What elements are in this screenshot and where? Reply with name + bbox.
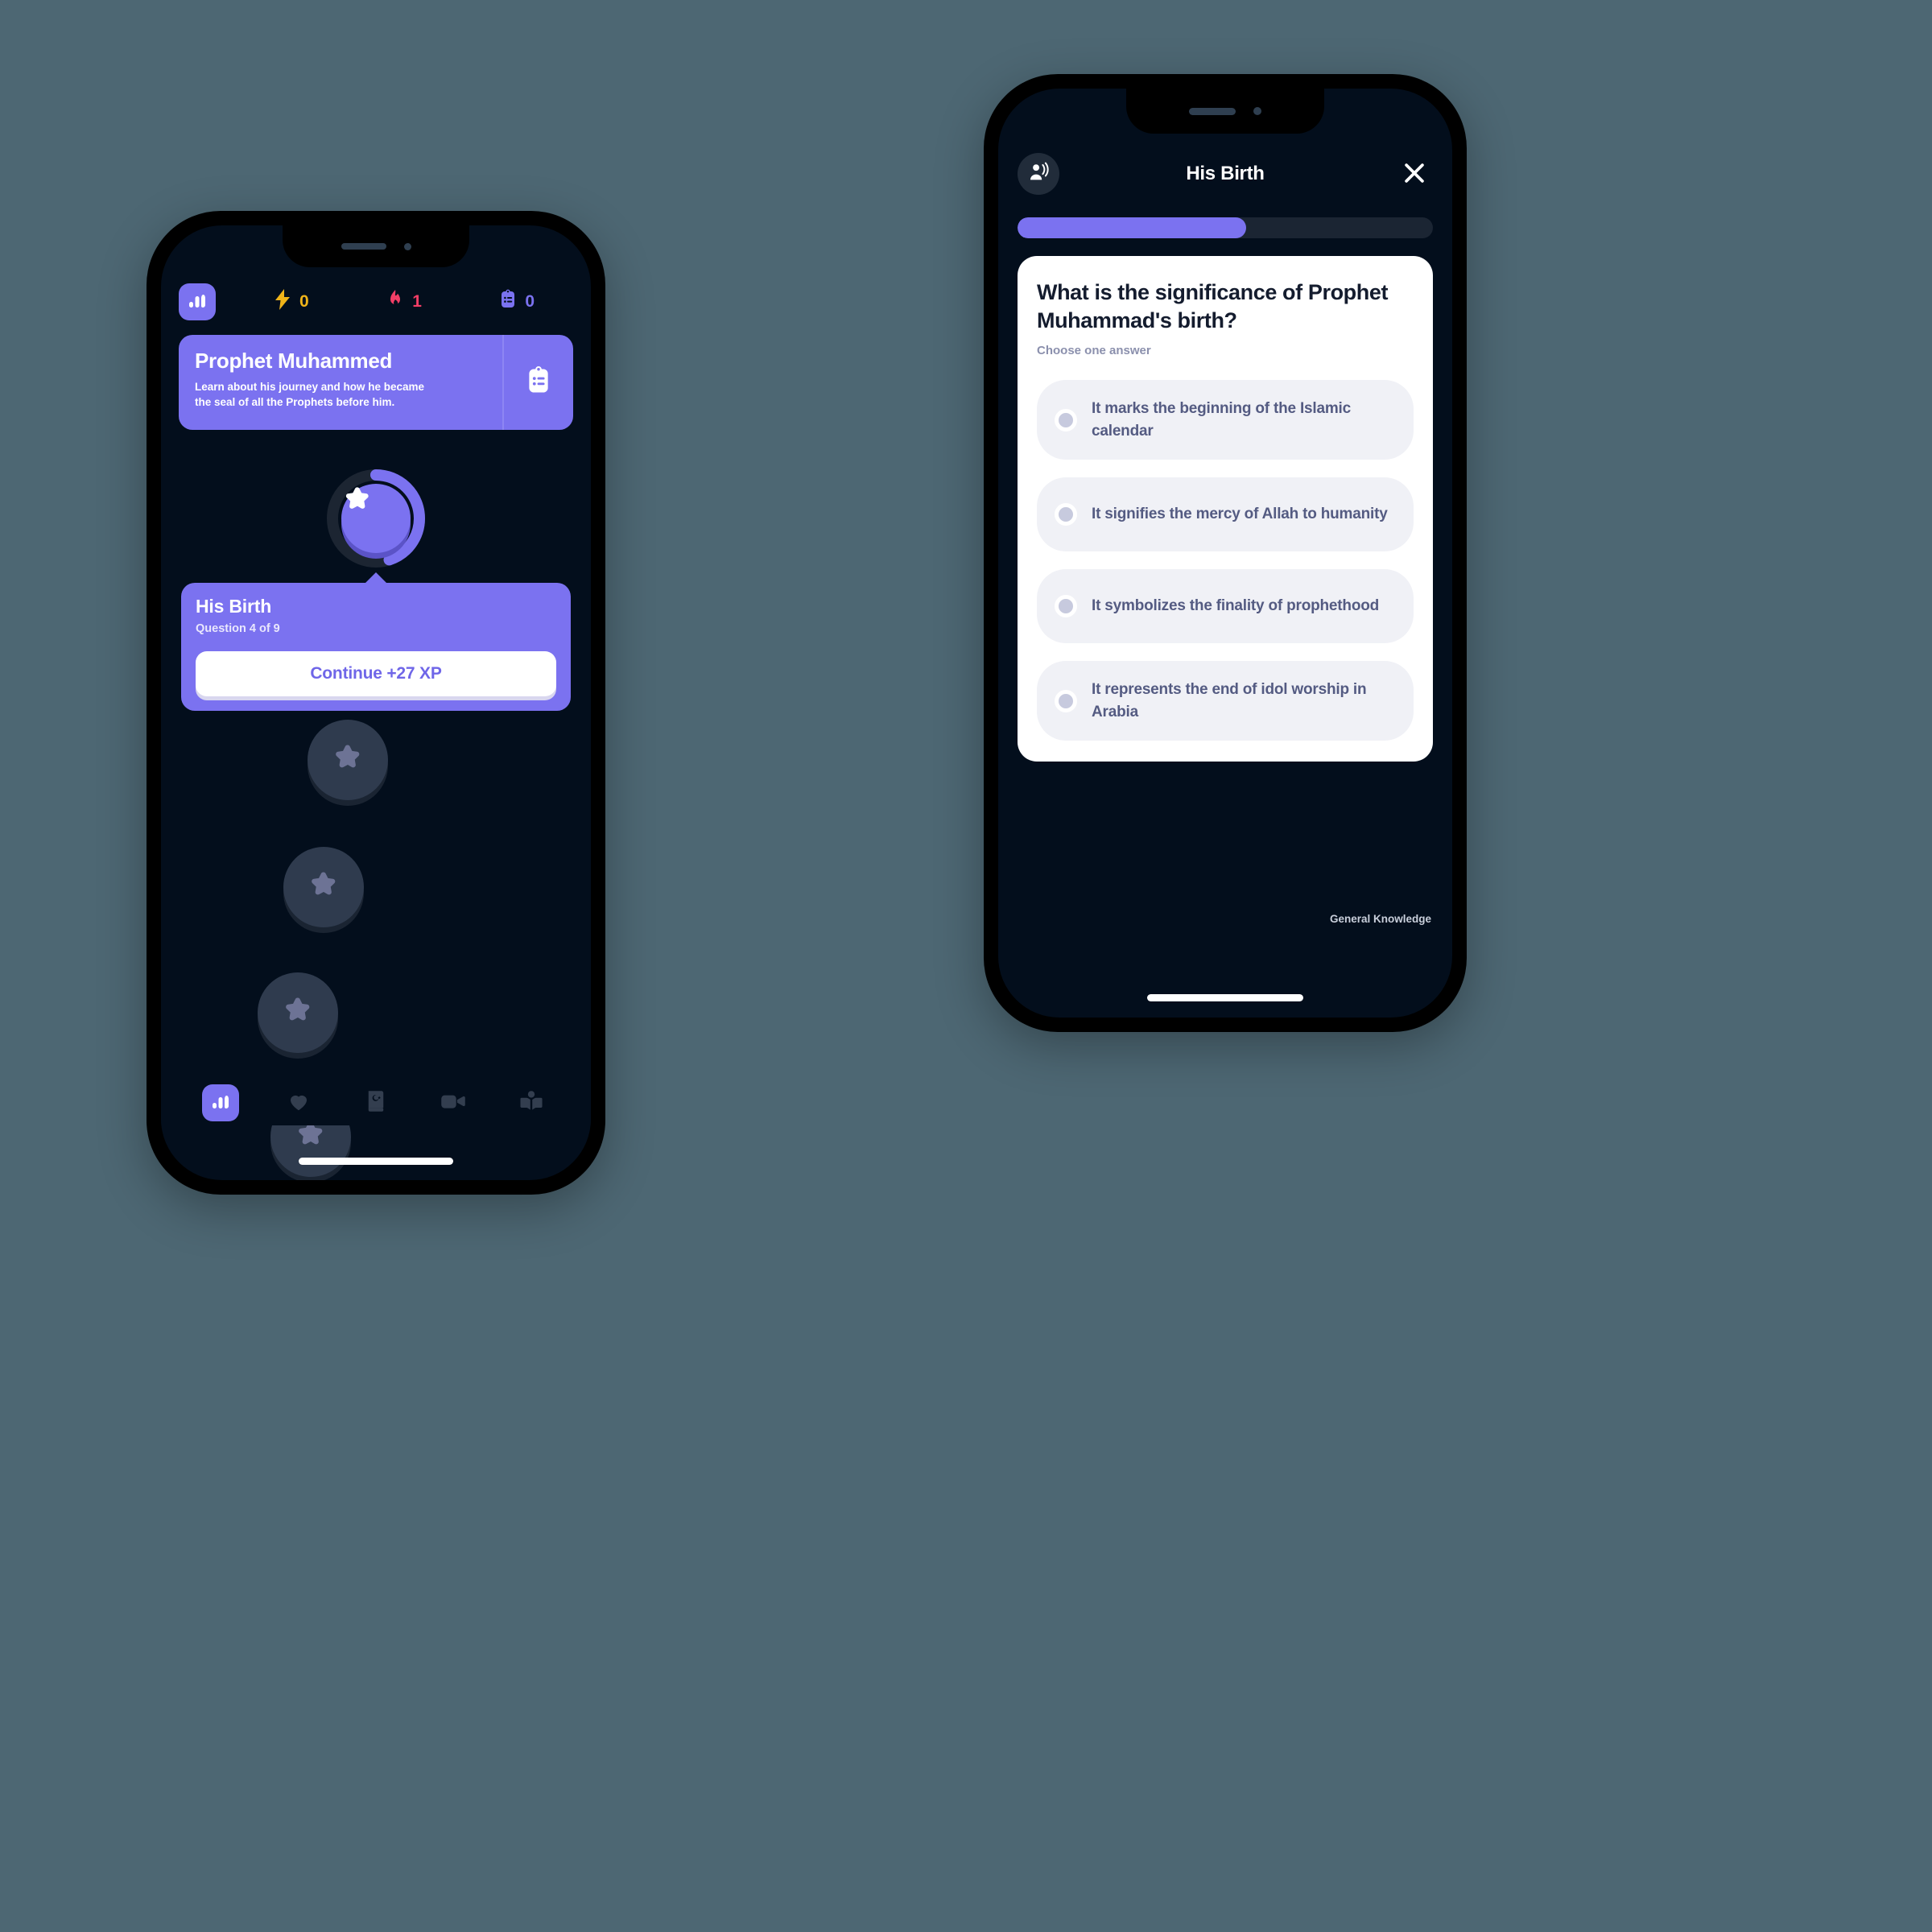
phone-right: His Birth What is the significance of Pr… [984,74,1467,1032]
home-indicator [1147,994,1303,1001]
answer-option-label: It signifies the mercy of Allah to human… [1092,506,1388,523]
phone-right-screen: His Birth What is the significance of Pr… [998,89,1452,1018]
answer-option-label: It marks the beginning of the Islamic ca… [1092,400,1351,440]
tab-progress-active-bg [202,1084,240,1121]
question-card: What is the significance of Prophet Muha… [1018,256,1433,762]
tab-favorites[interactable] [259,1089,336,1117]
radio-icon [1055,595,1077,618]
continue-button[interactable]: Continue +27 XP [196,651,556,696]
read-aloud-button[interactable] [1018,153,1059,195]
bottom-tab-bar [161,1080,591,1125]
tab-progress[interactable] [182,1084,259,1121]
lesson-callout: His Birth Question 4 of 9 Continue +27 X… [181,583,571,711]
tab-quran[interactable] [337,1089,415,1117]
bar-chart-icon [211,1092,230,1115]
answer-option-label: It represents the end of idol worship in… [1092,681,1367,720]
answer-option[interactable]: It represents the end of idol worship in… [1037,661,1414,741]
radio-icon [1055,408,1077,431]
xp-value: 0 [299,292,310,311]
tab-videos[interactable] [415,1091,492,1116]
answer-option-label: It symbolizes the finality of prophethoo… [1092,597,1380,615]
active-lesson-node-wrap [161,467,591,570]
radio-icon [1055,503,1077,526]
lesson-title: Prophet Muhammed [195,349,393,373]
top-stats-bar: 0 1 0 [161,283,591,320]
question-text: What is the significance of Prophet Muha… [1037,280,1389,332]
answer-option[interactable]: It marks the beginning of the Islamic ca… [1037,380,1414,460]
path-node-locked[interactable] [308,720,388,800]
close-button[interactable] [1396,155,1433,192]
quiz-stat: 0 [499,289,535,315]
lightning-bolt-icon [274,289,291,315]
quiz-progress-bar [1018,217,1433,238]
home-indicator [299,1158,453,1165]
front-camera [1253,107,1261,115]
lesson-progress-ring [324,467,427,570]
path-node-locked[interactable] [258,972,338,1053]
flame-icon [386,289,404,315]
clipboard-list-icon [499,289,517,315]
speaker-grill [341,243,386,250]
phone-left: 0 1 0 Prophet Muhammed Learn about his j… [147,211,605,1195]
notch [1126,89,1324,134]
callout-title: His Birth [196,596,272,617]
tab-reading[interactable] [493,1090,570,1117]
lesson-banner-text: Prophet Muhammed Learn about his journey… [179,335,502,430]
answer-options-list: It marks the beginning of the Islamic ca… [1037,380,1414,741]
quiz-progress-fill [1018,217,1246,238]
radio-icon [1055,689,1077,712]
answer-option[interactable]: It signifies the mercy of Allah to human… [1037,477,1414,552]
question-category-label: General Knowledge [1329,913,1431,925]
answer-option[interactable]: It symbolizes the finality of prophethoo… [1037,569,1414,644]
path-node-locked[interactable] [283,847,364,927]
quiz-value: 0 [525,292,535,311]
person-speaking-icon [1027,161,1050,188]
quiz-header: His Birth [998,151,1452,196]
active-lesson-node-button[interactable] [341,484,411,553]
streak-value: 1 [412,292,423,311]
video-camera-icon [440,1091,466,1116]
notch [283,225,469,267]
person-reading-book-icon [518,1090,544,1117]
quiz-title: His Birth [1186,163,1265,184]
heart-icon [287,1089,311,1117]
clipboard-list-icon [526,365,551,400]
lesson-quiz-button[interactable] [502,335,573,430]
callout-subtitle: Question 4 of 9 [196,622,280,635]
question-hint: Choose one answer [1037,344,1151,358]
speaker-grill [1189,107,1236,115]
xp-stat: 0 [274,289,309,315]
lesson-subtitle: Learn about his journey and how he becam… [195,380,425,409]
lesson-banner-card[interactable]: Prophet Muhammed Learn about his journey… [179,335,573,430]
front-camera [403,242,411,250]
star-icon [281,994,315,1032]
close-icon [1401,159,1428,189]
streak-stat: 1 [386,289,422,315]
bar-chart-icon [188,291,207,314]
phone-left-screen: 0 1 0 Prophet Muhammed Learn about his j… [161,225,591,1180]
app-logo-button[interactable] [179,283,216,320]
star-icon [331,741,365,779]
canvas: 0 1 0 Prophet Muhammed Learn about his j… [0,0,1932,1932]
star-icon [307,869,341,906]
quran-book-icon [365,1089,387,1117]
